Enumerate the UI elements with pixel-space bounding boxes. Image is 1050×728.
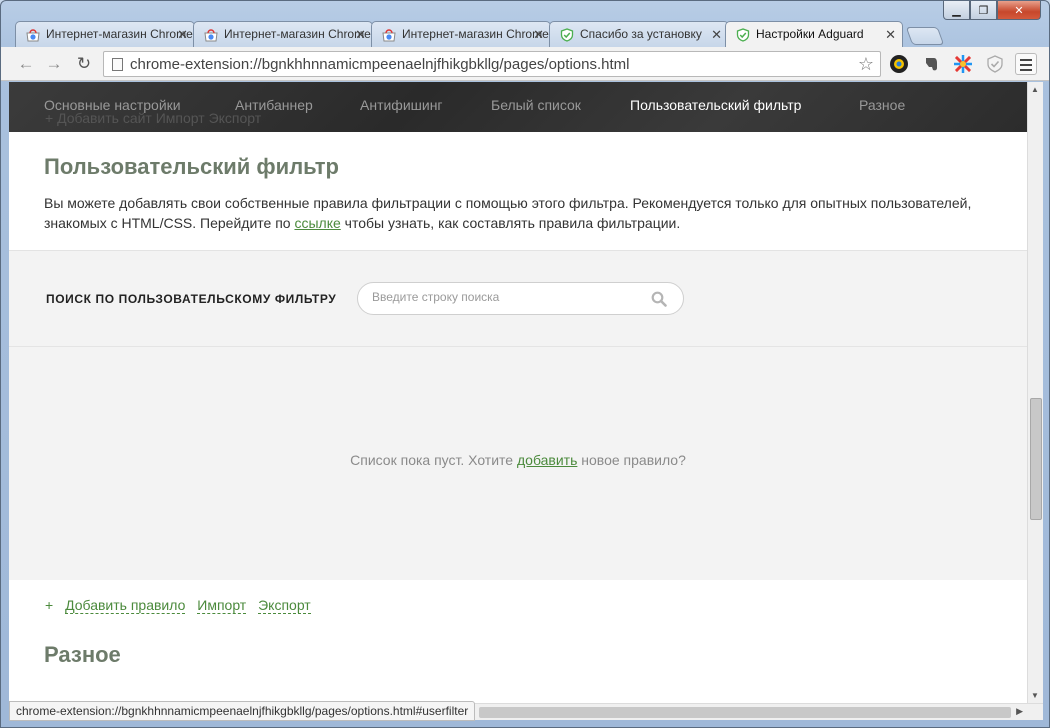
bookmark-star-icon[interactable]: ☆ (858, 54, 874, 75)
minimize-button[interactable]: ▁ (943, 1, 970, 20)
tab-title: Интернет-магазин Chrome (402, 27, 549, 41)
nav-item-antibanner[interactable]: Антибаннер (235, 97, 313, 113)
adguard-shield-icon (736, 28, 750, 42)
reload-icon[interactable]: ↻ (73, 54, 95, 74)
adguard-extension-icon[interactable] (985, 54, 1005, 74)
nav-item-misc[interactable]: Разное (859, 97, 905, 113)
vertical-scrollbar[interactable]: ▲ ▼ (1027, 82, 1043, 703)
search-box[interactable] (357, 282, 684, 315)
chrome-store-icon (26, 29, 40, 42)
divider (9, 346, 1027, 347)
import-button[interactable]: Импорт (197, 597, 247, 614)
adguard-shield-icon (560, 28, 574, 42)
empty-text-end: новое правило? (577, 452, 686, 468)
window-controls: ▁ ❐ ✕ (943, 1, 1041, 20)
scroll-right-icon[interactable]: ▶ (1016, 706, 1023, 717)
tab-thanks[interactable]: Спасибо за установку ✕ (549, 21, 729, 47)
settings-nav: + Добавить сайт Импорт Экспорт Основные … (9, 82, 1027, 132)
close-icon[interactable]: ✕ (885, 22, 896, 47)
export-button[interactable]: Экспорт (258, 597, 311, 614)
misc-section-title: Разное (44, 642, 121, 667)
nav-item-user-filter[interactable]: Пользовательский фильтр (630, 97, 801, 113)
chrome-menu-button[interactable] (1015, 53, 1037, 75)
tab-adguard-settings[interactable]: Настройки Adguard ✕ (725, 21, 903, 47)
chrome-store-icon (204, 29, 218, 42)
hscrollbar-thumb[interactable] (479, 707, 1011, 718)
filter-actions: + Добавить правило Импорт Экспорт (45, 597, 319, 614)
nav-item-general[interactable]: Основные настройки (44, 97, 181, 113)
camera-extension-icon[interactable] (889, 54, 909, 74)
scroll-down-icon[interactable]: ▼ (1031, 691, 1039, 700)
close-icon[interactable]: ✕ (711, 22, 722, 47)
tab-chrome-store-1[interactable]: Интернет-магазин Chrome ✕ (15, 21, 195, 47)
color-extension-icon[interactable] (953, 54, 973, 74)
page-content: + Добавить сайт Импорт Экспорт Основные … (9, 82, 1027, 703)
search-input[interactable] (372, 290, 632, 304)
tab-title: Интернет-магазин Chrome (46, 27, 193, 41)
tab-chrome-store-2[interactable]: Интернет-магазин Chrome ✕ (193, 21, 373, 47)
chrome-store-icon (382, 29, 396, 42)
page-icon (112, 58, 123, 71)
scroll-up-icon[interactable]: ▲ (1031, 85, 1039, 94)
search-icon[interactable] (651, 291, 667, 307)
forward-arrow-icon[interactable]: → (43, 54, 65, 74)
user-filter-panel: ПОИСК ПО ПОЛЬЗОВАТЕЛЬСКОМУ ФИЛЬТРУ Списо… (9, 250, 1027, 580)
close-icon[interactable]: ✕ (533, 22, 544, 47)
empty-list-message: Список пока пуст. Хотите добавить новое … (9, 452, 1027, 468)
user-filter-description: Вы можете добавлять свои собственные пра… (44, 193, 1014, 233)
maximize-button[interactable]: ❐ (970, 1, 997, 20)
close-icon[interactable]: ✕ (177, 22, 188, 47)
url-text[interactable]: chrome-extension://bgnkhhnnamicmpeenaeln… (130, 56, 629, 73)
add-rule-button[interactable]: Добавить правило (65, 597, 186, 614)
plus-icon: + (45, 597, 54, 613)
user-filter-title: Пользовательский фильтр (44, 154, 339, 179)
status-bar: chrome-extension://bgnkhhnnamicmpeenaeln… (9, 701, 476, 721)
tab-chrome-store-3[interactable]: Интернет-магазин Chrome ✕ (371, 21, 551, 47)
tab-strip: Интернет-магазин Chrome ✕ Интернет-магаз… (11, 21, 945, 47)
nav-item-antiphishing[interactable]: Антифишинг (360, 97, 443, 113)
tab-title: Интернет-магазин Chrome (224, 27, 371, 41)
address-bar[interactable]: chrome-extension://bgnkhhnnamicmpeenaeln… (103, 51, 881, 77)
browser-window: ▁ ❐ ✕ Интернет-магазин Chrome ✕ Интернет… (0, 0, 1050, 728)
back-arrow-icon[interactable]: ← (15, 54, 37, 74)
tab-title: Спасибо за установку (580, 27, 702, 41)
description-text-end: чтобы узнать, как составлять правила фил… (340, 215, 681, 231)
tab-title: Настройки Adguard (756, 27, 864, 41)
empty-text: Список пока пуст. Хотите (350, 452, 517, 468)
search-label: ПОИСК ПО ПОЛЬЗОВАТЕЛЬСКОМУ ФИЛЬТРУ (46, 292, 337, 306)
evernote-icon[interactable] (921, 54, 941, 74)
nav-item-whitelist[interactable]: Белый список (491, 97, 581, 113)
add-rule-link[interactable]: добавить (517, 452, 577, 468)
new-tab-button[interactable] (905, 27, 945, 45)
close-icon[interactable]: ✕ (355, 22, 366, 47)
browser-toolbar: ← → ↻ chrome-extension://bgnkhhnnamicmpe… (1, 47, 1049, 81)
close-window-button[interactable]: ✕ (997, 1, 1041, 20)
rules-help-link[interactable]: ссылке (294, 215, 340, 231)
scrollbar-thumb[interactable] (1030, 398, 1042, 520)
